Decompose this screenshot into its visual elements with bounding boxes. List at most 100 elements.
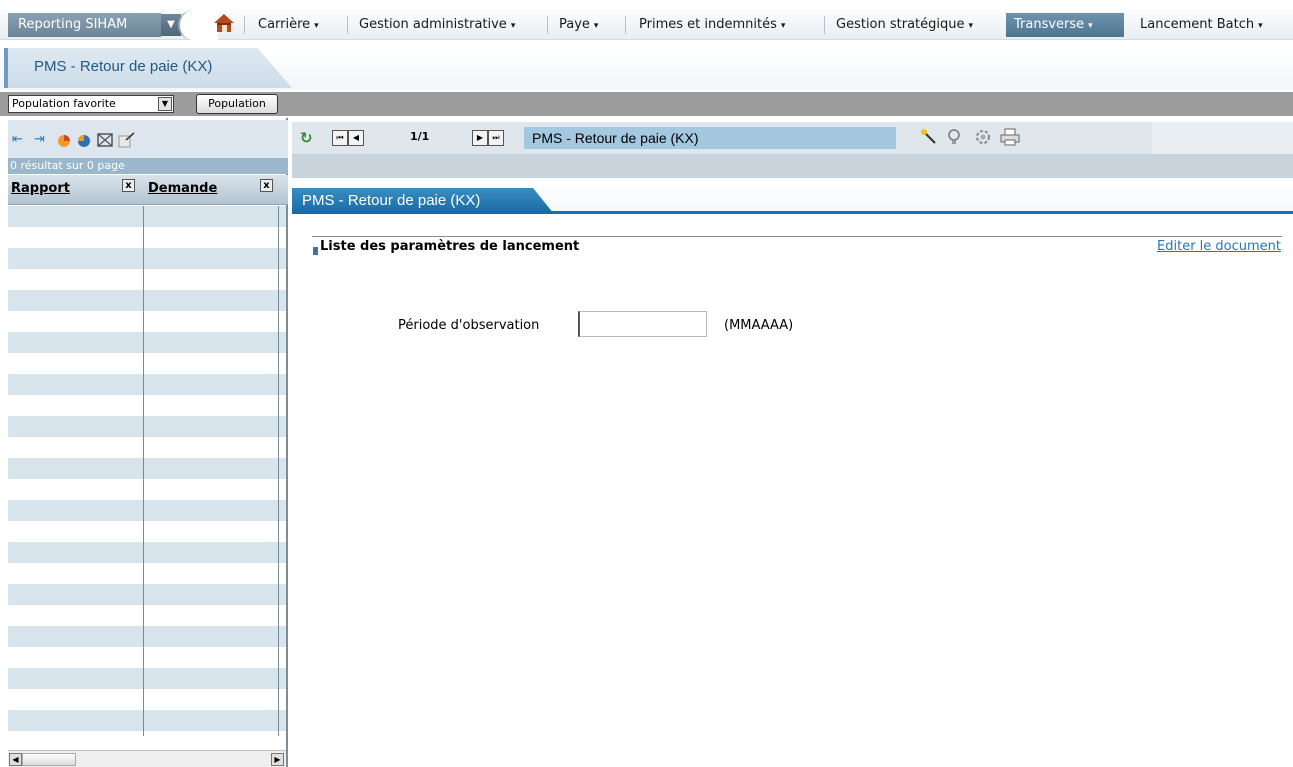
- table-row: [8, 479, 286, 500]
- home-icon[interactable]: [213, 12, 235, 34]
- table-row: [8, 584, 286, 605]
- pie-chart-icon-2[interactable]: [76, 132, 92, 148]
- population-button-label: Population: [208, 97, 266, 110]
- table-row: [8, 332, 286, 353]
- results-panel: ⇤ ⇥ 0 résultat sur 0 page Rapport x Dema…: [8, 118, 288, 767]
- table-row: [8, 290, 286, 311]
- table-row: [8, 437, 286, 458]
- document-tab-label: PMS - Retour de paie (KX): [302, 192, 481, 209]
- table-row: [8, 521, 286, 542]
- viewer-toolbar: ↻ ⏮ ◀ 1/1 ▶ ⏭ PMS - Retour de paie (KX): [292, 122, 1293, 154]
- scroll-left-icon[interactable]: ◀: [9, 753, 22, 766]
- app-name: Reporting SIHAM: [18, 17, 128, 32]
- first-icon[interactable]: ⇤: [12, 132, 23, 148]
- menu-transverse[interactable]: Transverse ▾: [1006, 13, 1124, 37]
- section-divider: [312, 236, 1282, 237]
- table-row: [8, 206, 286, 227]
- caret-down-icon: ▾: [780, 21, 786, 31]
- caret-down-icon: ▾: [593, 21, 599, 31]
- table-row: [8, 500, 286, 521]
- menu-separator: [625, 16, 626, 34]
- column-demande[interactable]: Demande: [148, 181, 217, 196]
- scroll-right-icon[interactable]: ▶: [271, 753, 284, 766]
- remove-column-rapport-icon[interactable]: x: [122, 179, 135, 192]
- menu-gestion-strategique[interactable]: Gestion stratégique ▾: [828, 13, 981, 37]
- document-title: PMS - Retour de paie (KX): [524, 127, 896, 149]
- table-row: [8, 647, 286, 668]
- app-switcher-button[interactable]: Reporting SIHAM: [8, 13, 161, 37]
- last-page-button[interactable]: ⏭: [488, 130, 504, 146]
- caret-down-icon: ▾: [968, 21, 974, 31]
- page-title-row: PMS - Retour de paie (KX): [0, 46, 1293, 90]
- caret-down-icon: ▾: [314, 21, 319, 31]
- section-bullet-icon: [313, 247, 318, 255]
- document-tab[interactable]: PMS - Retour de paie (KX): [292, 188, 554, 214]
- page-indicator: 1/1: [410, 130, 430, 143]
- menu-lancement-batch[interactable]: Lancement Batch ▾: [1132, 13, 1271, 37]
- page-title-tab: PMS - Retour de paie (KX): [4, 48, 292, 88]
- population-select[interactable]: Population favorite ▼: [8, 95, 174, 113]
- caret-down-icon: ▾: [1088, 21, 1093, 31]
- menu-label: Lancement Batch: [1140, 17, 1255, 32]
- menu-divider-curve: [178, 10, 218, 40]
- document-tab-row: PMS - Retour de paie (KX): [292, 182, 1293, 214]
- toolbar-spacer: [1152, 122, 1293, 154]
- last-icon[interactable]: ⇥: [34, 132, 45, 148]
- remove-column-demande-icon[interactable]: x: [260, 179, 273, 192]
- table-row: [8, 458, 286, 479]
- chevron-down-icon[interactable]: ▼: [158, 97, 172, 111]
- next-page-button[interactable]: ▶: [472, 130, 488, 146]
- table-row: [8, 374, 286, 395]
- page-title: PMS - Retour de paie (KX): [34, 58, 213, 75]
- table-row: [8, 353, 286, 374]
- results-toolbar: ⇤ ⇥: [8, 120, 288, 158]
- population-button[interactable]: Population: [196, 94, 278, 114]
- population-bar: Population favorite ▼ Population: [0, 92, 1293, 116]
- table-row: [8, 731, 286, 736]
- section-title: Liste des paramètres de lancement: [320, 239, 580, 254]
- chevron-down-icon: ▼: [167, 19, 175, 30]
- table-row: [8, 710, 286, 731]
- menu-carriere[interactable]: Carrière ▾: [250, 13, 327, 37]
- column-divider: [143, 206, 144, 736]
- horizontal-scrollbar[interactable]: ◀ ▶: [8, 750, 286, 767]
- menu-label: Primes et indemnités: [639, 17, 777, 32]
- caret-down-icon: ▾: [1258, 21, 1263, 31]
- menu-gestion-administrative[interactable]: Gestion administrative ▾: [351, 13, 523, 37]
- table-row: [8, 605, 286, 626]
- wand-icon[interactable]: [920, 128, 938, 146]
- menu-label: Carrière: [258, 17, 311, 32]
- edit-document-link[interactable]: Editer le document: [1157, 239, 1281, 254]
- menu-primes-indemnites[interactable]: Primes et indemnités ▾: [631, 13, 793, 37]
- menu-label: Transverse: [1014, 17, 1085, 32]
- settings-icon[interactable]: [974, 128, 992, 146]
- menu-separator: [347, 16, 348, 34]
- menu-label: Gestion stratégique: [836, 17, 965, 32]
- menu-paye[interactable]: Paye ▾: [551, 13, 606, 37]
- top-menu-bar: Reporting SIHAM ▼ Carrière ▾ Gestion admi…: [0, 0, 1293, 46]
- table-row: [8, 416, 286, 437]
- table-row: [8, 269, 286, 290]
- results-table-body: [8, 206, 286, 736]
- table-row: [8, 563, 286, 584]
- refresh-icon[interactable]: ↻: [300, 129, 313, 147]
- column-divider: [278, 206, 279, 736]
- first-page-button[interactable]: ⏮: [332, 130, 348, 146]
- caret-down-icon: ▾: [510, 21, 516, 31]
- periode-observation-label: Période d'observation: [398, 318, 540, 333]
- expand-icon[interactable]: [96, 132, 114, 148]
- periode-observation-input[interactable]: [578, 311, 707, 337]
- results-table-header: Rapport x Demande x: [8, 175, 288, 205]
- export-icon[interactable]: [118, 132, 136, 148]
- scrollbar-thumb[interactable]: [22, 753, 76, 766]
- pie-chart-icon[interactable]: [56, 132, 72, 148]
- table-row: [8, 689, 286, 710]
- bulb-icon[interactable]: [946, 128, 962, 146]
- column-rapport[interactable]: Rapport: [11, 181, 70, 196]
- prev-page-button[interactable]: ◀: [348, 130, 364, 146]
- table-row: [8, 626, 286, 647]
- menu-label: Gestion administrative: [359, 17, 507, 32]
- title-marker: [4, 48, 8, 88]
- table-row: [8, 227, 286, 248]
- print-icon[interactable]: [1000, 128, 1020, 146]
